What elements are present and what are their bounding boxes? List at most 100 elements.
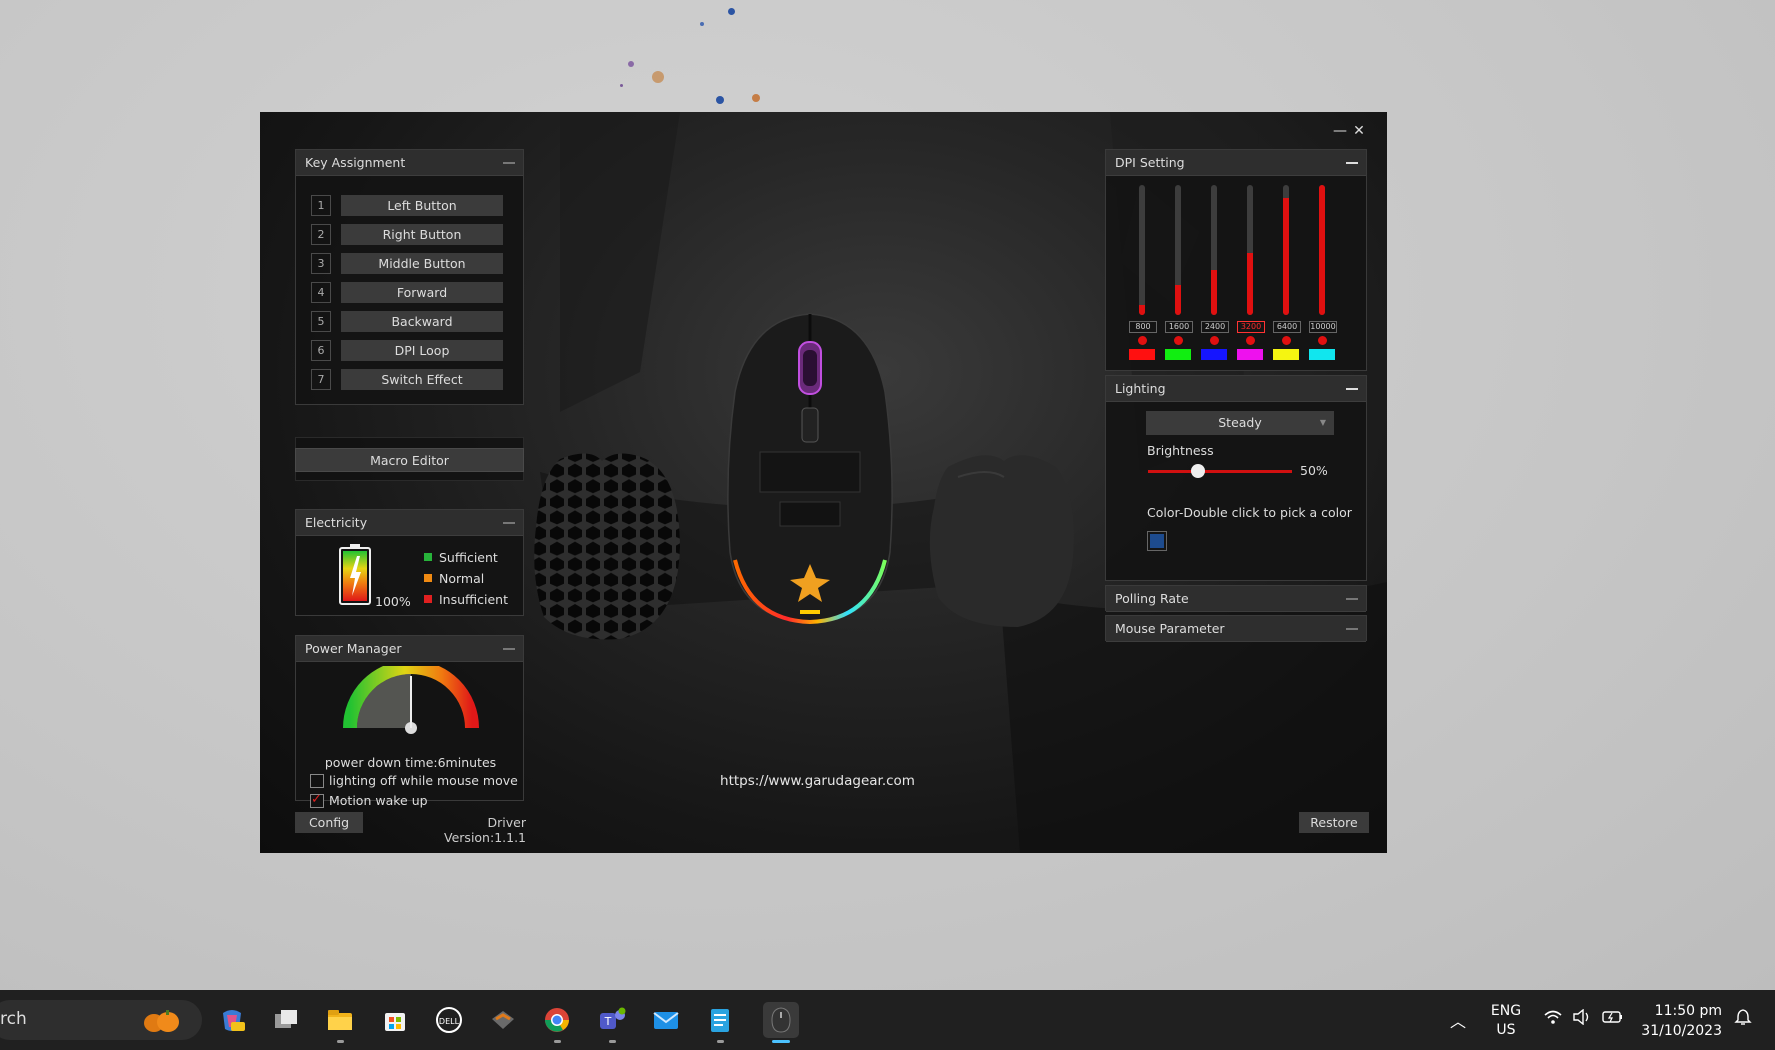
dpi-color-swatch[interactable] [1309, 349, 1335, 360]
panel-title: DPI Setting [1115, 155, 1185, 170]
brightness-value: 50% [1300, 463, 1328, 478]
dpi-slider-fill [1211, 269, 1217, 315]
dpi-select-dot[interactable] [1282, 336, 1291, 345]
website-link[interactable]: https://www.garudagear.com [660, 773, 975, 789]
key-assignment-button[interactable]: Switch Effect [341, 369, 503, 390]
power-manager-panel: Power Manager power down time:6minutes l… [295, 635, 524, 808]
file-explorer-icon[interactable] [322, 1002, 358, 1038]
wallpaper-splash [700, 22, 704, 26]
collapse-icon[interactable] [503, 162, 515, 164]
dpi-slider-track[interactable] [1175, 185, 1181, 315]
config-button[interactable]: Config [295, 812, 363, 833]
dell-icon[interactable]: DELL [431, 1002, 467, 1038]
wallpaper-splash [728, 8, 735, 15]
dpi-value[interactable]: 3200 [1237, 321, 1265, 333]
dpi-value[interactable]: 6400 [1273, 321, 1301, 333]
dpi-setting-header[interactable]: DPI Setting [1106, 150, 1366, 176]
dpi-color-swatch[interactable] [1165, 349, 1191, 360]
lighting-mode-value: Steady [1218, 415, 1262, 430]
volume-icon[interactable] [1572, 1008, 1592, 1029]
chevron-up-icon[interactable]: ︿ [1450, 1008, 1466, 1032]
clock[interactable]: 11:50 pm 31/10/2023 [1630, 1001, 1722, 1041]
collapse-icon[interactable] [1346, 162, 1358, 164]
polling-rate-header[interactable]: Polling Rate [1106, 586, 1366, 612]
taskbar-search-box[interactable]: rch [0, 1000, 202, 1040]
mouse-parameter-panel[interactable]: Mouse Parameter [1105, 615, 1367, 642]
dpi-slider-track[interactable] [1283, 185, 1289, 315]
mail-icon[interactable] [648, 1002, 684, 1038]
legend-label: Sufficient [439, 550, 498, 565]
expand-icon[interactable] [1346, 628, 1358, 630]
collapse-icon[interactable] [1346, 388, 1358, 390]
expand-icon[interactable] [1346, 598, 1358, 600]
dpi-value[interactable]: 1600 [1165, 321, 1193, 333]
dpi-value[interactable]: 10000 [1309, 321, 1337, 333]
power-gauge[interactable] [336, 666, 486, 746]
key-number: 6 [311, 340, 331, 361]
color-swatch[interactable] [1147, 531, 1167, 551]
search-text: rch [0, 1009, 27, 1029]
battery-icon [339, 544, 371, 605]
dpi-select-dot[interactable] [1246, 336, 1255, 345]
dpi-color-swatch[interactable] [1129, 349, 1155, 360]
dpi-slider-track[interactable] [1319, 185, 1325, 315]
dpi-value[interactable]: 2400 [1201, 321, 1229, 333]
dpi-select-dot[interactable] [1174, 336, 1183, 345]
restore-button[interactable]: Restore [1299, 812, 1369, 833]
polling-rate-panel[interactable]: Polling Rate [1105, 585, 1367, 612]
app-icon[interactable] [485, 1002, 521, 1038]
mouse-parameter-header[interactable]: Mouse Parameter [1106, 616, 1366, 642]
dpi-value[interactable]: 800 [1129, 321, 1157, 333]
notification-bell-icon[interactable] [1734, 1008, 1752, 1030]
key-assignment-button[interactable]: Middle Button [341, 253, 503, 274]
dpi-color-swatch[interactable] [1237, 349, 1263, 360]
dpi-select-dot[interactable] [1138, 336, 1147, 345]
chrome-icon[interactable] [539, 1002, 575, 1038]
collapse-icon[interactable] [503, 648, 515, 650]
dpi-setting-panel: DPI Setting 800 1600 2400 3200 6400 10000 [1105, 149, 1367, 371]
key-assignment-header[interactable]: Key Assignment [296, 150, 523, 176]
wifi-icon[interactable] [1543, 1009, 1563, 1029]
power-down-time: power down time:6minutes [324, 755, 497, 770]
lighting-header[interactable]: Lighting [1106, 376, 1366, 402]
pumpkin-icon [140, 1006, 182, 1034]
battery-percent: 100% [375, 594, 411, 609]
lighting-mode-select[interactable]: Steady ▼ [1146, 411, 1334, 435]
teams-icon[interactable]: T [594, 1002, 630, 1038]
key-assignment-button[interactable]: Left Button [341, 195, 503, 216]
key-assignment-button[interactable]: Right Button [341, 224, 503, 245]
copilot-icon[interactable] [214, 1002, 250, 1038]
battery-icon[interactable] [1602, 1010, 1624, 1028]
key-assignment-button[interactable]: DPI Loop [341, 340, 503, 361]
panel-title: Mouse Parameter [1115, 621, 1225, 636]
legend-swatch [424, 595, 432, 603]
brightness-slider[interactable] [1148, 464, 1292, 478]
power-manager-header[interactable]: Power Manager [296, 636, 523, 662]
dpi-slider-track[interactable] [1211, 185, 1217, 315]
dpi-slider-track[interactable] [1139, 185, 1145, 315]
macro-editor-button[interactable]: Macro Editor [295, 448, 524, 472]
dpi-color-swatch[interactable] [1273, 349, 1299, 360]
checkbox[interactable] [310, 792, 324, 808]
minimize-button[interactable]: — [1331, 122, 1349, 140]
dpi-select-dot[interactable] [1318, 336, 1327, 345]
collapse-icon[interactable] [503, 522, 515, 524]
task-view-icon[interactable] [268, 1002, 304, 1038]
key-assignment-button[interactable]: Forward [341, 282, 503, 303]
color-instruction: Color-Double click to pick a color [1147, 505, 1352, 520]
mouse-driver-icon[interactable] [763, 1002, 799, 1038]
key-assignment-button[interactable]: Backward [341, 311, 503, 332]
checkbox[interactable] [310, 774, 324, 788]
language-indicator[interactable]: ENG US [1490, 1002, 1522, 1040]
running-indicator [336, 1040, 344, 1043]
dpi-slider-fill [1247, 252, 1253, 315]
dpi-color-swatch[interactable] [1201, 349, 1227, 360]
notepad-icon[interactable] [702, 1002, 738, 1038]
close-button[interactable]: ✕ [1350, 122, 1368, 140]
microsoft-store-icon[interactable] [377, 1002, 413, 1038]
dpi-slider-fill [1319, 185, 1325, 315]
dpi-slider-track[interactable] [1247, 185, 1253, 315]
brightness-slider-thumb[interactable] [1191, 464, 1206, 478]
dpi-select-dot[interactable] [1210, 336, 1219, 345]
electricity-header[interactable]: Electricity [296, 510, 523, 536]
